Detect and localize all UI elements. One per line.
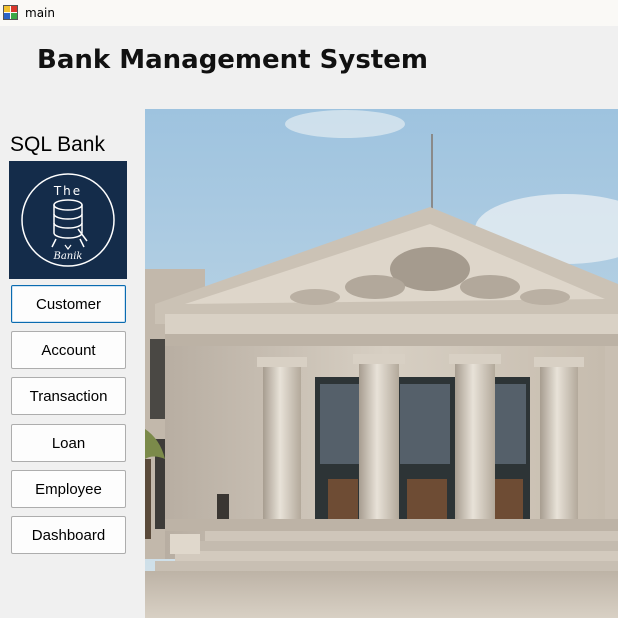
dashboard-button[interactable]: Dashboard: [11, 516, 126, 554]
customer-button[interactable]: Customer: [11, 285, 126, 323]
bank-logo: The Banik: [9, 161, 127, 279]
window-title: main: [25, 6, 55, 20]
employee-button[interactable]: Employee: [11, 470, 126, 508]
database-logo-icon: The Banik: [21, 173, 115, 267]
page-title: Bank Management System: [37, 45, 428, 75]
bank-building-photo: [145, 109, 618, 618]
loan-button[interactable]: Loan: [11, 424, 126, 462]
logo-top-text: The: [53, 184, 82, 198]
logo-bottom-text: Banik: [52, 251, 82, 262]
window-titlebar: main: [0, 0, 618, 26]
brand-label: SQL Bank: [10, 133, 105, 156]
transaction-button[interactable]: Transaction: [11, 377, 126, 415]
account-button[interactable]: Account: [11, 331, 126, 369]
app-icon: [3, 5, 18, 20]
